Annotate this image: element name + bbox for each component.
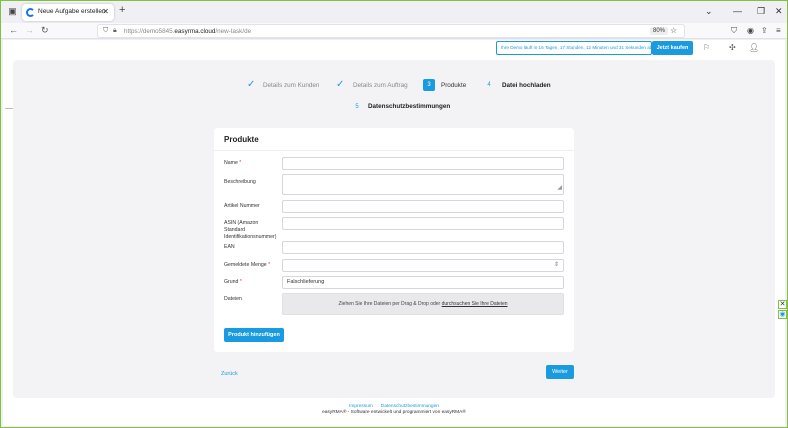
browse-files-link[interactable]: durchsuchen Sie Ihre Dateien [442,301,508,307]
divider [214,150,574,151]
description-label: Beschreibung [224,179,256,185]
flag-icon[interactable]: ⚐ [703,43,710,52]
wizard-card: ✓ Details zum Kunden ✓ Details zum Auftr… [13,60,775,398]
url-text[interactable]: https://demo5845.easyrma.cloud/new-task/… [124,28,251,35]
step-1-check-icon: ✓ [247,79,256,90]
article-number-input[interactable] [282,200,564,213]
quantity-stepper[interactable]: ⇕ [282,259,564,272]
close-window-icon[interactable]: ✕ [775,6,783,17]
footer-credit: easyRMA® - Software entwickelt und progr… [322,410,466,415]
description-textarea[interactable]: ◢ [282,174,564,195]
privacy-link[interactable]: Datenschutzbestimmungen [381,404,439,409]
new-tab-icon[interactable]: + [119,4,125,16]
tab-list-icon[interactable]: ⌄ [705,6,713,17]
zoom-level[interactable]: 80% [650,27,669,35]
close-tab-icon[interactable]: ✕ [102,7,109,16]
step-2-label[interactable]: Details zum Auftrag [353,82,408,89]
page-content: Ihre Demo läuft in 16 Tagen, 17 Stunden,… [3,40,785,426]
maximize-icon[interactable]: ❐ [757,6,765,17]
tab-bar: ▣ Neue Aufgabe erstellen ✕ + ⌄ — ❐ ✕ [1,1,787,23]
step-5-number: 5 [355,104,359,110]
tab-overview-icon[interactable]: ▣ [7,6,18,17]
widget-icon[interactable]: ◉ [778,310,787,319]
address-bar[interactable]: ⛉ 🔒︎ https://demo5845.easyrma.cloud/new-… [97,24,685,38]
user-icon[interactable]: 👤︎ [749,43,759,52]
pocket-icon[interactable]: ⛉ [731,26,737,36]
step-2-check-icon: ✓ [336,79,345,90]
asin-label: ASIN (Amazon Standard Identifikationsnum… [224,220,277,240]
file-dropzone[interactable]: Ziehen Sie Ihre Dateien per Drag & Drop … [282,293,564,315]
step-4-number: 4 [487,82,491,88]
article-number-label: Artikel Nummer [224,203,260,209]
resize-handle-icon[interactable]: ◢ [557,183,562,194]
lock-icon[interactable]: 🔒︎ [113,27,117,35]
ean-input[interactable] [282,241,564,254]
stepper-icon[interactable]: ⇕ [554,260,559,271]
products-form: Produkte Name * Beschreibung ◢ Artikel N… [214,128,574,352]
close-widget-icon[interactable]: ✕ [778,300,787,309]
ean-label: EAN [224,244,235,250]
extensions-icon[interactable]: ⇪ [761,26,768,35]
trial-notice: Ihre Demo läuft in 16 Tagen, 17 Stunden,… [496,41,652,55]
form-title: Produkte [224,135,259,144]
step-3-number: 3 [423,79,435,91]
next-button[interactable]: Weiter [546,365,574,379]
quantity-label: Gemeldete Menge * [224,262,271,268]
bookmark-star-icon[interactable]: ☆ [670,26,677,35]
menu-icon[interactable]: ≡ [776,26,781,35]
back-arrow-icon[interactable]: ← [9,25,18,35]
buy-now-button[interactable]: Jetzt kaufen [652,41,693,55]
step-3-label[interactable]: Produkte [441,82,466,89]
forward-arrow-icon[interactable]: → [25,25,34,35]
site-favicon-icon [26,8,35,17]
name-label: Name * [224,160,242,166]
settings-icon[interactable]: ✣ [729,43,736,52]
reason-label: Grund * [224,279,242,285]
reload-icon[interactable]: ↻ [41,25,49,36]
footer: Impressum Datenschutzbestimmungen easyRMA… [3,404,785,416]
back-link[interactable]: Zurück [221,371,238,377]
account-icon[interactable]: ◉ [747,26,754,35]
shield-icon[interactable]: ⛉ [103,27,108,35]
step-5-label[interactable]: Datenschutzbestimmungen [368,103,450,110]
files-label: Dateien [224,296,242,302]
app-header: Ihre Demo läuft in 16 Tagen, 17 Stunden,… [3,40,785,58]
navigation-bar: ← → ↻ ⛉ 🔒︎ https://demo5845.easyrma.clou… [1,23,787,39]
asin-input[interactable] [282,217,564,230]
browser-tab[interactable]: Neue Aufgabe erstellen ✕ [22,4,114,21]
step-1-label[interactable]: Details zum Kunden [263,82,319,89]
name-input[interactable] [282,157,564,170]
reason-select[interactable]: Falschlieferung [282,276,564,289]
browser-window: ▣ Neue Aufgabe erstellen ✕ + ⌄ — ❐ ✕ ← →… [0,0,788,428]
step-4-label[interactable]: Datei hochladen [502,82,551,89]
minimize-icon[interactable]: — [733,6,742,16]
tab-title: Neue Aufgabe erstellen [38,8,106,15]
imprint-link[interactable]: Impressum [349,404,373,409]
add-product-button[interactable]: Produkt hinzufügen [224,328,284,342]
